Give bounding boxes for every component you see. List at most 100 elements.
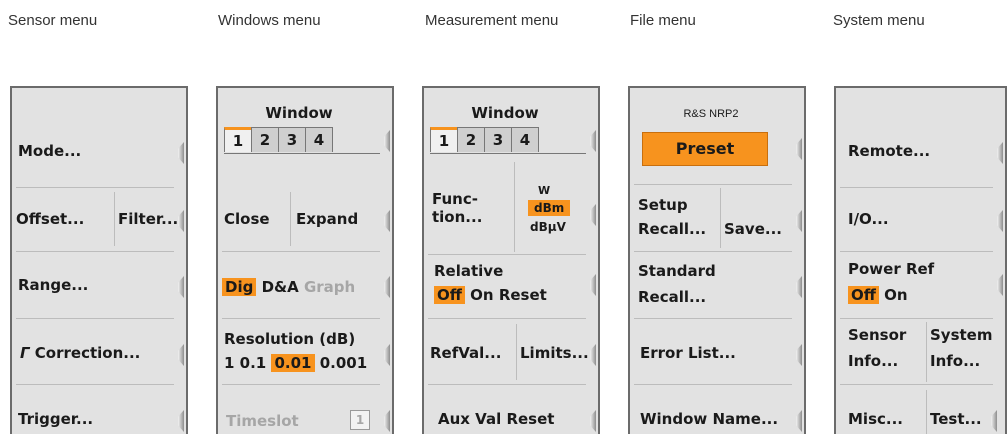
softkey-arrow-icon bbox=[178, 410, 184, 432]
relative-options: Off On Reset bbox=[434, 286, 547, 304]
standard-recall-softkey[interactable]: Standard Recall... bbox=[630, 254, 804, 314]
da-option[interactable]: D&A bbox=[262, 278, 299, 296]
window-name-softkey[interactable]: Window Name... bbox=[630, 390, 804, 434]
standard-line-1: Standard bbox=[638, 262, 716, 280]
softkey-arrow-icon bbox=[590, 204, 596, 226]
divider bbox=[222, 251, 380, 252]
relative-softkey[interactable]: Relative Off On Reset bbox=[424, 258, 598, 314]
res-option-0-001[interactable]: 0.001 bbox=[320, 354, 367, 372]
softkey-arrow-icon bbox=[384, 344, 390, 366]
tab-window-3[interactable]: 3 bbox=[278, 127, 306, 152]
unit-w[interactable]: W bbox=[538, 184, 550, 197]
expand-button[interactable]: Expand bbox=[296, 210, 358, 228]
save-button[interactable]: Save... bbox=[724, 220, 782, 238]
softkey-arrow-icon bbox=[796, 410, 802, 432]
divider bbox=[840, 318, 993, 319]
tab-window-1[interactable]: 1 bbox=[224, 127, 252, 152]
divider bbox=[16, 384, 174, 385]
display-mode-softkey[interactable]: Dig D&A Graph bbox=[218, 258, 392, 314]
offset-button[interactable]: Offset... bbox=[16, 210, 84, 228]
limits-button[interactable]: Limits... bbox=[520, 344, 589, 362]
divider bbox=[634, 184, 792, 185]
tab-window-2[interactable]: 2 bbox=[457, 127, 485, 152]
remote-label: Remote... bbox=[848, 142, 931, 160]
gamma-correction-softkey[interactable]: Γ Correction... bbox=[12, 324, 186, 380]
tab-window-4[interactable]: 4 bbox=[305, 127, 333, 152]
range-softkey[interactable]: Range... bbox=[12, 258, 186, 314]
softkey-arrow-icon bbox=[997, 210, 1003, 232]
softkey-arrow-icon bbox=[796, 344, 802, 366]
setup-softkey[interactable]: Setup Recall... Save... bbox=[630, 188, 804, 248]
system-menu-panel: Remote... I/O... Power Ref Off On Sensor… bbox=[834, 86, 1007, 434]
sensor-info-line-1: Sensor bbox=[848, 326, 907, 344]
io-softkey[interactable]: I/O... bbox=[836, 192, 1005, 246]
range-label: Range... bbox=[18, 276, 89, 294]
timeslot-softkey[interactable]: Timeslot 1 bbox=[218, 390, 392, 434]
softkey-arrow-icon bbox=[991, 410, 997, 432]
window-tabs: 1 2 3 4 bbox=[224, 127, 333, 153]
offset-filter-softkey[interactable]: Offset... Filter... bbox=[12, 192, 186, 246]
system-info-button[interactable]: Info... bbox=[930, 352, 980, 370]
divider bbox=[634, 384, 792, 385]
tab-window-2[interactable]: 2 bbox=[251, 127, 279, 152]
timeslot-field[interactable]: 1 bbox=[350, 410, 370, 430]
softkey-arrow-icon bbox=[590, 130, 596, 152]
gamma-correction-label: Γ Correction... bbox=[20, 344, 140, 362]
trigger-label: Trigger... bbox=[18, 410, 94, 428]
device-name: R&S NRP2 bbox=[683, 108, 739, 120]
error-list-softkey[interactable]: Error List... bbox=[630, 324, 804, 380]
refval-limits-softkey[interactable]: RefVal... Limits... bbox=[424, 324, 598, 380]
softkey-arrow-icon bbox=[384, 410, 390, 432]
softkey-arrow-icon bbox=[178, 210, 184, 232]
tab-baseline bbox=[430, 153, 586, 154]
divider bbox=[16, 187, 174, 188]
trigger-softkey[interactable]: Trigger... bbox=[12, 390, 186, 434]
power-ref-softkey[interactable]: Power Ref Off On bbox=[836, 254, 1005, 316]
relative-off-option[interactable]: Off bbox=[434, 286, 465, 304]
tab-window-4[interactable]: 4 bbox=[511, 127, 539, 152]
power-ref-off-option[interactable]: Off bbox=[848, 286, 879, 304]
softkey-arrow-icon bbox=[796, 210, 802, 232]
sensor-info-button[interactable]: Info... bbox=[848, 352, 898, 370]
res-option-0-01[interactable]: 0.01 bbox=[271, 354, 315, 372]
divider bbox=[634, 318, 792, 319]
res-option-0-1[interactable]: 0.1 bbox=[240, 354, 267, 372]
softkey-arrow-icon bbox=[384, 210, 390, 232]
refval-button[interactable]: RefVal... bbox=[430, 344, 501, 362]
remote-softkey[interactable]: Remote... bbox=[836, 122, 1005, 184]
mode-softkey[interactable]: Mode... bbox=[12, 122, 186, 184]
misc-test-softkey[interactable]: Misc... Test... bbox=[836, 390, 1005, 434]
close-button[interactable]: Close bbox=[224, 210, 270, 228]
mode-label: Mode... bbox=[18, 142, 82, 160]
power-ref-label: Power Ref bbox=[848, 260, 935, 278]
resolution-softkey[interactable]: Resolution (dB) 1 0.1 0.01 0.001 bbox=[218, 324, 392, 380]
window-title: Window bbox=[265, 104, 333, 122]
softkey-arrow-icon bbox=[796, 276, 802, 298]
misc-button[interactable]: Misc... bbox=[848, 410, 903, 428]
window-name-label: Window Name... bbox=[640, 410, 779, 428]
test-button[interactable]: Test... bbox=[930, 410, 982, 428]
close-expand-softkey[interactable]: Close Expand bbox=[218, 192, 392, 246]
relative-reset-button[interactable]: Reset bbox=[499, 286, 547, 304]
power-ref-on-option[interactable]: On bbox=[884, 286, 907, 304]
info-softkey[interactable]: Sensor Info... System Info... bbox=[836, 322, 1005, 382]
aux-val-reset-softkey[interactable]: Aux Val Reset bbox=[424, 390, 598, 434]
function-line-1: Func- bbox=[432, 190, 478, 208]
filter-button[interactable]: Filter... bbox=[118, 210, 178, 228]
tab-window-1[interactable]: 1 bbox=[430, 127, 458, 152]
unit-dbuv[interactable]: dBµV bbox=[530, 220, 566, 234]
graph-option[interactable]: Graph bbox=[304, 278, 355, 296]
divider bbox=[222, 318, 380, 319]
measurement-menu-panel: Window 1 2 3 4 Func- tion... W dBm dBµV … bbox=[422, 86, 600, 434]
tab-window-3[interactable]: 3 bbox=[484, 127, 512, 152]
divider bbox=[428, 254, 586, 255]
divider bbox=[222, 384, 380, 385]
function-softkey[interactable]: Func- tion... W dBm dBµV bbox=[424, 162, 598, 252]
relative-on-option[interactable]: On bbox=[470, 286, 493, 304]
dig-option[interactable]: Dig bbox=[222, 278, 257, 296]
unit-dbm[interactable]: dBm bbox=[528, 200, 571, 216]
res-option-1[interactable]: 1 bbox=[224, 354, 234, 372]
preset-button[interactable]: Preset bbox=[642, 132, 768, 166]
softkey-arrow-icon bbox=[997, 274, 1003, 296]
setup-recall-button[interactable]: Recall... bbox=[638, 220, 706, 238]
